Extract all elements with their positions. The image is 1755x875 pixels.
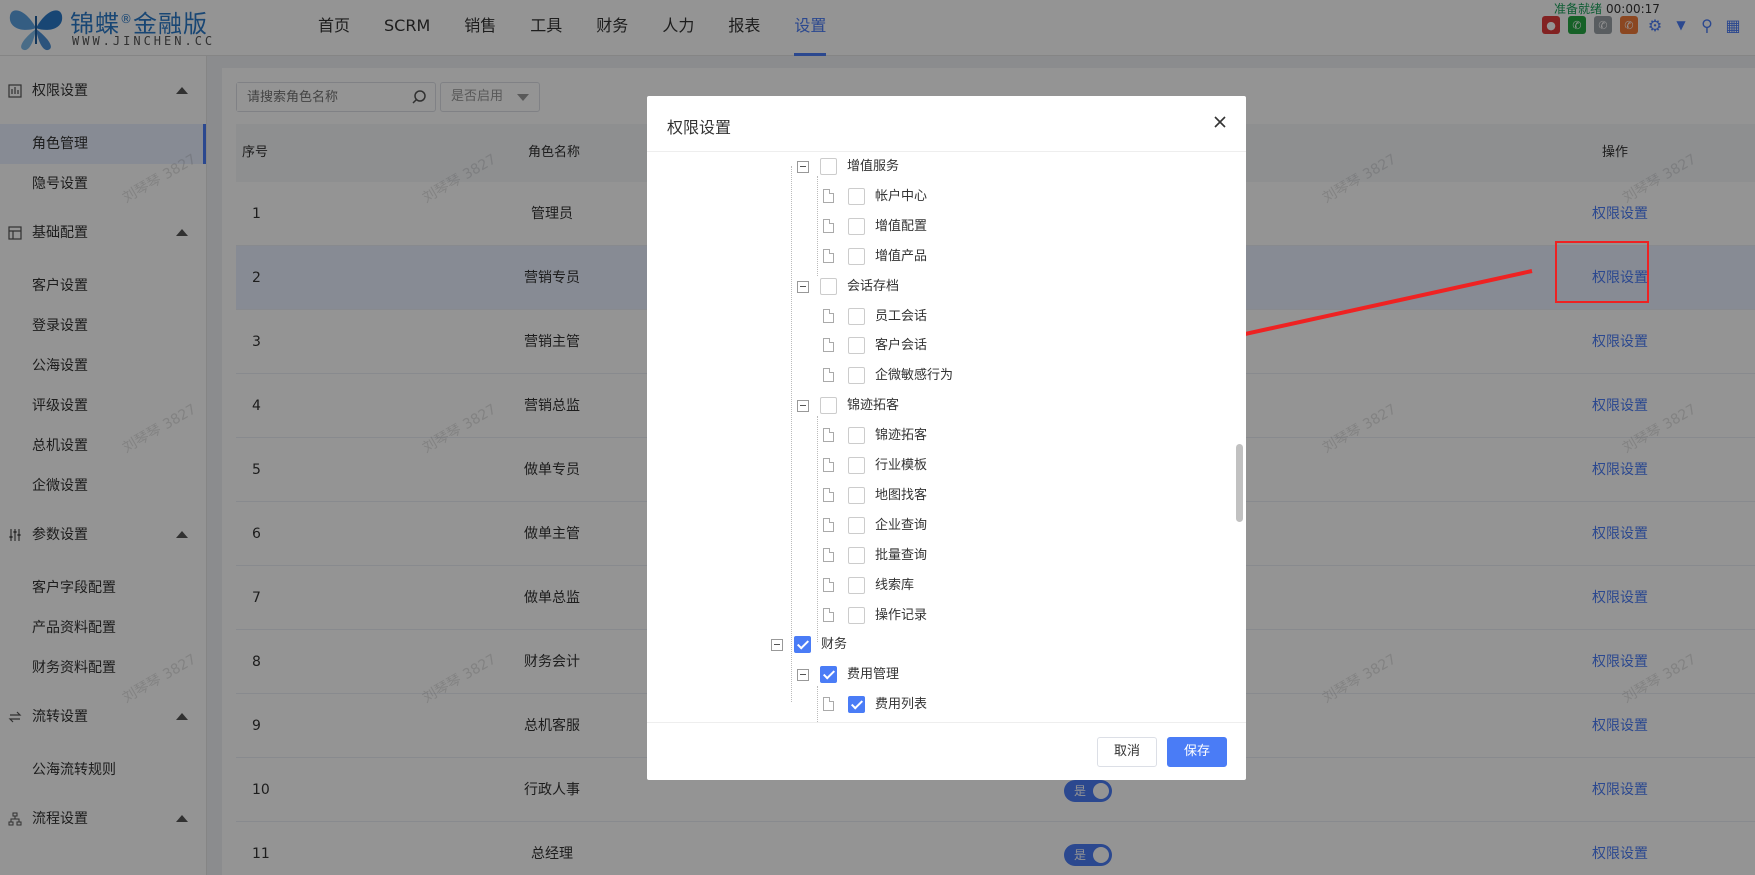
tree-leaf-node: 地图找客 bbox=[647, 481, 1207, 511]
permission-label: 财务 bbox=[821, 637, 848, 653]
document-icon bbox=[823, 607, 834, 622]
permission-checkbox[interactable] bbox=[848, 606, 865, 624]
close-icon[interactable] bbox=[1210, 112, 1230, 132]
tree-leaf-node: 员工会话 bbox=[647, 302, 1207, 332]
permission-checkbox[interactable] bbox=[820, 666, 837, 684]
tree-leaf-node: 增值产品 bbox=[647, 242, 1207, 272]
permission-checkbox[interactable] bbox=[820, 277, 837, 295]
permission-label: 批量查询 bbox=[875, 547, 928, 563]
tree-leaf-node: 帐户中心 bbox=[647, 182, 1207, 212]
permission-tree: 增值服务 帐户中心 增值配置 增值产品 会话存档 员工会话 客户会话 企微敏感行为 锦迹拓客 锦迹… bbox=[647, 152, 1246, 722]
permission-checkbox[interactable] bbox=[848, 516, 865, 534]
permission-label: 费用管理 bbox=[847, 667, 900, 683]
permission-checkbox[interactable] bbox=[848, 486, 865, 504]
dialog-scrollbar[interactable] bbox=[1236, 444, 1243, 522]
permission-checkbox[interactable] bbox=[848, 337, 865, 355]
permission-dialog: 权限设置 增值服务 帐户中心 增值配置 增值产品 会话存档 员工会话 客户会话 企微敏感行为锦… bbox=[647, 96, 1246, 780]
tree-leaf-node: 行业模板 bbox=[647, 451, 1207, 481]
document-icon bbox=[823, 338, 834, 353]
permission-checkbox[interactable] bbox=[848, 576, 865, 594]
tree-connector-line bbox=[817, 686, 818, 722]
permission-label: 增值服务 bbox=[847, 159, 900, 174]
permission-label: 锦迹拓客 bbox=[875, 428, 928, 444]
permission-checkbox[interactable] bbox=[848, 457, 865, 474]
document-icon bbox=[823, 517, 834, 532]
permission-label: 行业模板 bbox=[875, 458, 928, 473]
permission-checkbox[interactable] bbox=[848, 217, 865, 235]
tree-leaf-node: 操作记录 bbox=[647, 601, 1207, 631]
permission-label: 费用列表 bbox=[875, 697, 928, 713]
collapse-toggle-icon[interactable] bbox=[797, 400, 809, 413]
tree-leaf-node: 客户会话 bbox=[647, 331, 1207, 361]
permission-checkbox[interactable] bbox=[848, 187, 865, 205]
permission-checkbox[interactable] bbox=[848, 696, 865, 714]
permission-checkbox[interactable] bbox=[848, 247, 865, 265]
permission-label: 锦迹拓客 bbox=[847, 398, 900, 414]
document-icon bbox=[823, 547, 834, 562]
tree-connector-line bbox=[791, 166, 792, 702]
permission-label: 会话存档 bbox=[847, 278, 900, 294]
dialog-header: 权限设置 bbox=[647, 96, 1246, 152]
collapse-toggle-icon[interactable] bbox=[797, 161, 809, 173]
collapse-toggle-icon[interactable] bbox=[797, 669, 809, 682]
document-icon bbox=[823, 308, 834, 323]
permission-checkbox[interactable] bbox=[848, 367, 865, 385]
document-icon bbox=[823, 368, 834, 383]
permission-label: 操作记录 bbox=[875, 607, 928, 623]
document-icon bbox=[823, 188, 834, 203]
tree-leaf-node: 企业查询 bbox=[647, 511, 1207, 541]
permission-checkbox[interactable] bbox=[820, 397, 837, 415]
permission-label: 帐户中心 bbox=[875, 188, 928, 204]
permission-label: 企业查询 bbox=[875, 517, 928, 533]
tree-leaf-node: 企微敏感行为 bbox=[647, 361, 1207, 391]
permission-label: 员工会话 bbox=[875, 308, 928, 324]
cancel-button[interactable]: 取消 bbox=[1097, 737, 1157, 767]
permission-label: 增值产品 bbox=[875, 248, 928, 264]
tree-leaf-node: 锦迹拓客 bbox=[647, 421, 1207, 451]
collapse-toggle-icon[interactable] bbox=[797, 280, 809, 293]
tree-connector-line bbox=[817, 416, 818, 642]
document-icon bbox=[823, 428, 834, 443]
permission-label: 地图找客 bbox=[875, 487, 928, 503]
tree-connector-line bbox=[817, 176, 818, 276]
permission-checkbox[interactable] bbox=[820, 158, 837, 175]
document-icon bbox=[823, 487, 834, 502]
document-icon bbox=[823, 218, 834, 233]
tree-leaf-node: 增值配置 bbox=[647, 212, 1207, 242]
annotation-highlight-box bbox=[1555, 241, 1649, 303]
tree-branch-node: 费用管理 bbox=[647, 660, 1207, 690]
save-button[interactable]: 保存 bbox=[1167, 737, 1227, 767]
tree-branch-node: 财务 bbox=[647, 630, 1207, 660]
permission-checkbox[interactable] bbox=[848, 546, 865, 564]
permission-checkbox[interactable] bbox=[794, 636, 811, 654]
permission-checkbox[interactable] bbox=[848, 427, 865, 445]
permission-label: 客户会话 bbox=[875, 338, 928, 354]
tree-branch-node: 增值服务 bbox=[647, 152, 1207, 182]
collapse-toggle-icon[interactable] bbox=[771, 639, 783, 652]
tree-branch-node: 会话存档 bbox=[647, 272, 1207, 302]
dialog-footer: 取消 保存 bbox=[647, 722, 1246, 780]
dialog-title: 权限设置 bbox=[667, 118, 732, 137]
document-icon bbox=[823, 577, 834, 592]
permission-label: 增值配置 bbox=[875, 218, 928, 234]
tree-branch-node: 锦迹拓客 bbox=[647, 391, 1207, 421]
tree-leaf-node: 批量查询 bbox=[647, 541, 1207, 571]
permission-label: 线索库 bbox=[875, 577, 915, 593]
permission-checkbox[interactable] bbox=[848, 307, 865, 325]
tree-leaf-node: 费用列表 bbox=[647, 690, 1207, 720]
document-icon bbox=[823, 697, 834, 712]
document-icon bbox=[823, 458, 834, 472]
document-icon bbox=[823, 248, 834, 263]
tree-leaf-node: 线索库 bbox=[647, 571, 1207, 601]
permission-label: 企微敏感行为 bbox=[875, 368, 954, 384]
